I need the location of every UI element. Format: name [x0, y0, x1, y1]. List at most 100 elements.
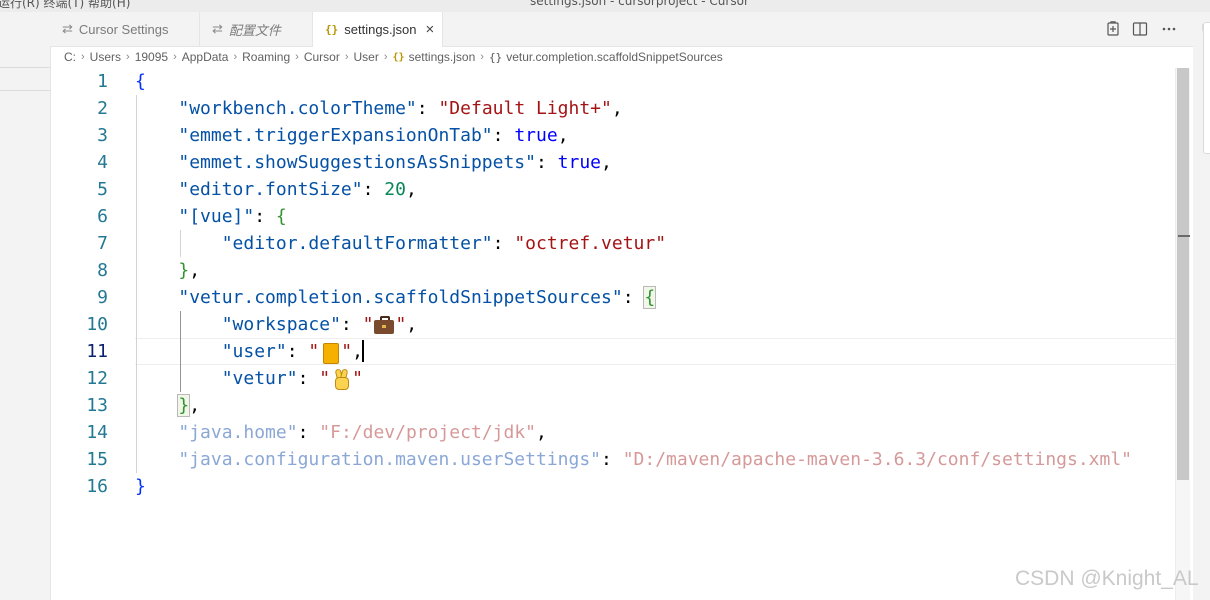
quote: "	[362, 314, 374, 335]
breadcrumb-segment[interactable]: User	[354, 50, 379, 64]
json-number: 20	[384, 179, 406, 200]
tab-label: 配置文件	[228, 22, 281, 38]
panel-box	[1203, 22, 1210, 154]
code-line: "[vue]": {	[135, 203, 286, 230]
json-key: "vetur"	[221, 368, 298, 389]
code-line: "java.home": "F:/dev/project/jdk",	[135, 419, 547, 446]
line-number: 8	[97, 260, 108, 281]
json-key: "emmet.triggerExpansionOnTab"	[178, 125, 493, 146]
chevron-right-icon: ›	[81, 51, 85, 63]
tab-label: settings.json	[344, 22, 417, 37]
scrollbar-thumb[interactable]	[1177, 68, 1189, 480]
vertical-scrollbar[interactable]	[1175, 68, 1190, 600]
json-braces-icon: {}	[392, 51, 405, 63]
breadcrumb-segment[interactable]: Users	[90, 50, 121, 64]
json-key: "editor.defaultFormatter"	[221, 233, 493, 254]
breadcrumb-symbol[interactable]: vetur.completion.scaffoldSnippetSources	[506, 50, 723, 64]
breadcrumb-segment[interactable]: Cursor	[304, 50, 340, 64]
panel-divider	[0, 67, 50, 68]
tab-settings-json[interactable]: {} settings.json ×	[313, 12, 443, 47]
scrollbar-cursor-marker	[1178, 235, 1190, 237]
code-line: "editor.defaultFormatter": "octref.vetur…	[135, 230, 666, 257]
quote: "	[308, 341, 320, 362]
panel-divider	[0, 90, 50, 91]
chevron-right-icon: ›	[295, 51, 299, 63]
json-string: "octref.vetur"	[514, 233, 667, 254]
line-number: 9	[97, 287, 108, 308]
code-line: "java.configuration.maven.userSettings":…	[135, 446, 1132, 473]
punct: :	[340, 314, 363, 335]
punct: :	[416, 98, 439, 119]
victory-hand-icon	[330, 368, 352, 390]
breadcrumb-segment[interactable]: AppData	[182, 50, 229, 64]
breadcrumb-segment[interactable]: C:	[64, 50, 76, 64]
quote: "	[395, 314, 407, 335]
line-number: 5	[97, 179, 108, 200]
code-line: "workbench.colorTheme": "Default Light+"…	[135, 95, 623, 122]
brace: }	[178, 260, 190, 281]
code-line: },	[135, 392, 200, 419]
json-string: "D:/maven/apache-maven-3.6.3/conf/settin…	[622, 449, 1133, 470]
json-key: "vetur.completion.scaffoldSnippetSources…	[178, 287, 623, 308]
punct: :	[622, 287, 645, 308]
code-editor[interactable]: 1 2 3 4 5 6 7 8 9 10 11 12 13 14 15 16 {…	[50, 68, 1193, 600]
open-changes-icon[interactable]	[1104, 20, 1122, 38]
chevron-right-icon: ›	[480, 51, 484, 63]
json-key: "java.configuration.maven.userSettings"	[178, 449, 601, 470]
tab-cursor-settings[interactable]: ⇄ Cursor Settings	[50, 12, 200, 46]
chevron-right-icon: ›	[383, 51, 388, 63]
line-number: 11	[86, 341, 108, 362]
matched-brace: }	[177, 394, 191, 417]
breadcrumb-segment[interactable]: 19095	[135, 50, 168, 64]
punct: :	[286, 341, 309, 362]
line-number: 10	[86, 314, 108, 335]
chevron-right-icon: ›	[173, 51, 177, 63]
brace: }	[135, 476, 146, 497]
punct: :	[362, 179, 385, 200]
line-number: 2	[97, 98, 108, 119]
punct: :	[601, 449, 623, 470]
line-number: 13	[86, 395, 108, 416]
punct: ,	[406, 314, 418, 335]
punct: :	[254, 206, 276, 227]
json-key: "java.home"	[178, 422, 298, 443]
punct: ,	[189, 395, 201, 416]
menu-fragment: 运行(R) 终端(T) 帮助(H)	[0, 0, 131, 10]
quote: "	[352, 368, 363, 389]
briefcase-icon	[373, 314, 395, 336]
line-number: 6	[97, 206, 108, 227]
folder-icon	[319, 341, 341, 364]
punct: ,	[611, 98, 623, 119]
tab-config-file[interactable]: ⇄ 配置文件	[200, 12, 313, 46]
breadcrumb-segment[interactable]: Roaming	[242, 50, 290, 64]
side-panel	[0, 12, 51, 600]
split-editor-icon[interactable]	[1131, 20, 1149, 38]
json-string: "Default Light+"	[438, 98, 612, 119]
window-titlebar: 运行(R) 终端(T) 帮助(H) settings.json - cursor…	[0, 0, 1210, 12]
watermark: CSDN @Knight_AL	[1015, 567, 1199, 590]
line-number: 7	[97, 233, 108, 254]
json-key: "[vue]"	[178, 206, 255, 227]
more-actions-icon[interactable]	[1160, 20, 1178, 38]
punct: :	[492, 125, 515, 146]
editor-tab-bar: ⇄ Cursor Settings ⇄ 配置文件 {} settings.jso…	[50, 12, 1193, 47]
breadcrumb-file[interactable]: settings.json	[409, 50, 476, 64]
object-symbol-icon: {}	[488, 50, 503, 64]
breadcrumb: C: › Users › 19095 › AppData › Roaming ›…	[64, 46, 723, 68]
punct: ,	[189, 260, 201, 281]
punct: ,	[405, 179, 417, 200]
punct: :	[297, 422, 320, 443]
code-line: "vetur": " "	[135, 365, 363, 392]
chevron-right-icon: ›	[344, 51, 349, 63]
json-string: "F:/dev/project/jdk"	[319, 422, 537, 443]
code-line: },	[135, 257, 200, 284]
settings-sliders-icon: ⇄	[212, 21, 223, 36]
settings-sliders-icon: ⇄	[62, 21, 73, 36]
code-line: "emmet.showSuggestionsAsSnippets": true,	[135, 149, 612, 176]
quote: "	[319, 368, 331, 389]
line-number: 3	[97, 125, 108, 146]
code-line: "vetur.completion.scaffoldSnippetSources…	[135, 284, 657, 311]
json-key: "workspace"	[221, 314, 341, 335]
line-number: 12	[86, 368, 108, 389]
close-icon[interactable]: ×	[426, 21, 435, 38]
